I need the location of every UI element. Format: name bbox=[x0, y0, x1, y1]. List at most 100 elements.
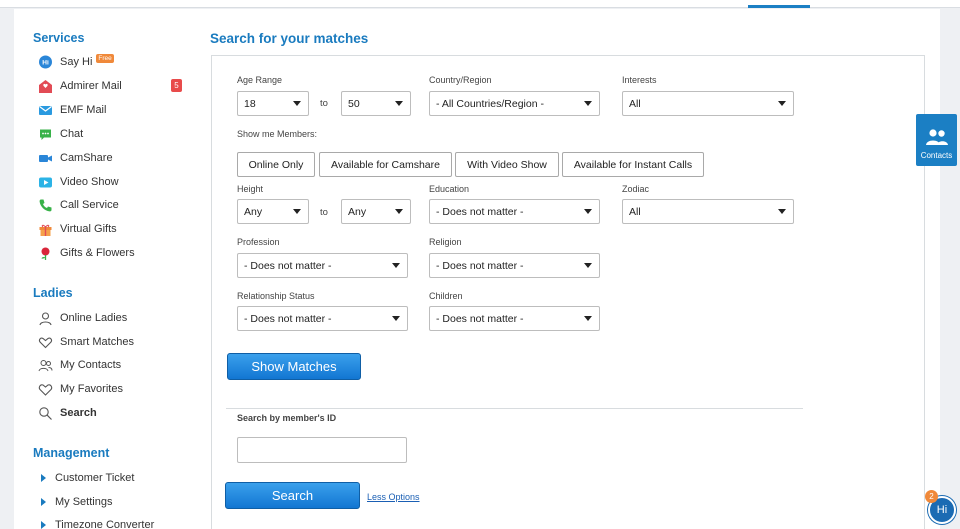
online-only-toggle[interactable]: Online Only bbox=[237, 152, 315, 177]
chevron-down-icon bbox=[584, 209, 592, 214]
zodiac-label: Zodiac bbox=[622, 184, 650, 194]
country-label: Country/Region bbox=[429, 75, 492, 85]
sidebar-item-call-service[interactable]: Call Service bbox=[38, 195, 119, 215]
contacts-group-icon bbox=[925, 128, 949, 151]
height-to-value: Any bbox=[348, 205, 367, 218]
sidebar-item-virtual-gifts[interactable]: Virtual Gifts bbox=[38, 219, 117, 239]
chevron-down-icon bbox=[392, 316, 400, 321]
gift-icon bbox=[38, 222, 53, 237]
country-value: - All Countries/Region - bbox=[436, 97, 544, 110]
sidebar-item-label: Search bbox=[60, 407, 97, 419]
sidebar-item-my-settings[interactable]: My Settings bbox=[38, 492, 112, 512]
rose-icon bbox=[38, 246, 53, 261]
free-badge: Free bbox=[96, 53, 114, 63]
sidebar-item-chat[interactable]: Chat bbox=[38, 124, 83, 144]
sidebar-item-label: My Settings bbox=[55, 496, 113, 508]
interests-select[interactable]: All bbox=[622, 91, 794, 116]
sidebar-item-smart-matches[interactable]: Smart Matches bbox=[38, 332, 134, 352]
member-id-input[interactable] bbox=[237, 437, 407, 463]
sidebar-item-label: Video Show bbox=[60, 176, 119, 188]
sidebar-item-label: Chat bbox=[60, 128, 84, 140]
interests-value: All bbox=[629, 97, 641, 110]
relationship-label: Relationship Status bbox=[237, 291, 315, 301]
sidebar-item-label: Virtual Gifts bbox=[60, 223, 117, 235]
height-from-select[interactable]: Any bbox=[237, 199, 309, 224]
sidebar-item-my-contacts[interactable]: My Contacts bbox=[38, 355, 121, 375]
caret-right-icon bbox=[41, 521, 46, 529]
zodiac-value: All bbox=[629, 205, 641, 218]
section-divider bbox=[226, 408, 803, 409]
sidebar-item-say-hi[interactable]: Hi Say Hi Free bbox=[38, 52, 114, 72]
profession-select[interactable]: - Does not matter - bbox=[237, 253, 408, 278]
education-label: Education bbox=[429, 184, 470, 194]
zodiac-select[interactable]: All bbox=[622, 199, 794, 224]
page-title: Search for your matches bbox=[210, 31, 369, 46]
age-range-label: Age Range bbox=[237, 75, 283, 85]
sidebar-item-label: My Contacts bbox=[60, 359, 122, 371]
chevron-down-icon bbox=[395, 101, 403, 106]
sidebar-item-my-favorites[interactable]: My Favorites bbox=[38, 379, 123, 399]
sidebar-item-timezone-converter[interactable]: Timezone Converter bbox=[38, 515, 154, 529]
country-select[interactable]: - All Countries/Region - bbox=[429, 91, 600, 116]
search-form-panel: Age Range 18 to 50 Country/Region - All … bbox=[211, 55, 925, 529]
sidebar-item-label: EMF Mail bbox=[60, 104, 107, 116]
religion-label: Religion bbox=[429, 237, 462, 247]
search-button[interactable]: Search bbox=[225, 482, 360, 509]
page-container: Services Hi Say Hi Free Admirer Mail 5 E… bbox=[14, 9, 940, 529]
religion-select[interactable]: - Does not matter - bbox=[429, 253, 600, 278]
height-to-select[interactable]: Any bbox=[341, 199, 411, 224]
sidebar-item-gifts-flowers[interactable]: Gifts & Flowers bbox=[38, 243, 135, 263]
svg-text:Hi: Hi bbox=[42, 59, 49, 66]
age-from-select[interactable]: 18 bbox=[237, 91, 309, 116]
chevron-down-icon bbox=[395, 209, 403, 214]
mail-icon bbox=[38, 103, 53, 118]
sidebar-item-camshare[interactable]: CamShare bbox=[38, 148, 113, 168]
camshare-toggle[interactable]: Available for Camshare bbox=[319, 152, 452, 177]
age-from-value: 18 bbox=[244, 97, 256, 110]
sidebar-item-label: Call Service bbox=[60, 199, 119, 211]
sidebar-item-label: My Favorites bbox=[60, 383, 123, 395]
chevron-down-icon bbox=[392, 263, 400, 268]
height-from-value: Any bbox=[244, 205, 263, 218]
relationship-value: - Does not matter - bbox=[244, 312, 332, 325]
sidebar-item-emf-mail[interactable]: EMF Mail bbox=[38, 100, 106, 120]
phone-icon bbox=[38, 198, 53, 213]
active-tab-indicator bbox=[748, 5, 810, 8]
profession-value: - Does not matter - bbox=[244, 259, 332, 272]
search-icon bbox=[38, 406, 53, 421]
sidebar-item-customer-ticket[interactable]: Customer Ticket bbox=[38, 468, 134, 488]
video-show-toggle[interactable]: With Video Show bbox=[455, 152, 559, 177]
chat-count-badge: 2 bbox=[925, 490, 938, 503]
sidebar-item-label: Customer Ticket bbox=[55, 472, 135, 484]
contacts-widget[interactable]: Contacts bbox=[916, 114, 957, 166]
sidebar-item-online-ladies[interactable]: Online Ladies bbox=[38, 308, 127, 328]
sidebar-item-label: Admirer Mail bbox=[60, 80, 122, 92]
sidebar: Services Hi Say Hi Free Admirer Mail 5 E… bbox=[14, 9, 204, 529]
relationship-select[interactable]: - Does not matter - bbox=[237, 306, 408, 331]
management-heading: Management bbox=[33, 446, 110, 460]
services-heading: Services bbox=[33, 31, 85, 45]
children-select[interactable]: - Does not matter - bbox=[429, 306, 600, 331]
camera-icon bbox=[38, 151, 53, 166]
education-value: - Does not matter - bbox=[436, 205, 524, 218]
ladies-heading: Ladies bbox=[33, 286, 73, 300]
caret-right-icon bbox=[41, 474, 46, 482]
age-to-select[interactable]: 50 bbox=[341, 91, 411, 116]
profession-label: Profession bbox=[237, 237, 280, 247]
show-members-label: Show me Members: bbox=[237, 129, 318, 139]
sidebar-item-label: Smart Matches bbox=[60, 336, 134, 348]
height-label: Height bbox=[237, 184, 264, 194]
less-options-link[interactable]: Less Options bbox=[367, 492, 420, 502]
show-matches-button[interactable]: Show Matches bbox=[227, 353, 361, 380]
age-to-label: to bbox=[320, 98, 328, 109]
sidebar-item-label: CamShare bbox=[60, 152, 113, 164]
education-select[interactable]: - Does not matter - bbox=[429, 199, 600, 224]
chat-icon bbox=[38, 127, 53, 142]
sidebar-item-admirer-mail[interactable]: Admirer Mail 5 bbox=[38, 76, 198, 96]
sidebar-item-label: Online Ladies bbox=[60, 312, 128, 324]
sidebar-item-label: Say Hi bbox=[60, 56, 93, 68]
instant-calls-toggle[interactable]: Available for Instant Calls bbox=[562, 152, 704, 177]
chevron-down-icon bbox=[293, 101, 301, 106]
sidebar-item-search[interactable]: Search bbox=[38, 403, 97, 423]
sidebar-item-video-show[interactable]: Video Show bbox=[38, 172, 119, 192]
